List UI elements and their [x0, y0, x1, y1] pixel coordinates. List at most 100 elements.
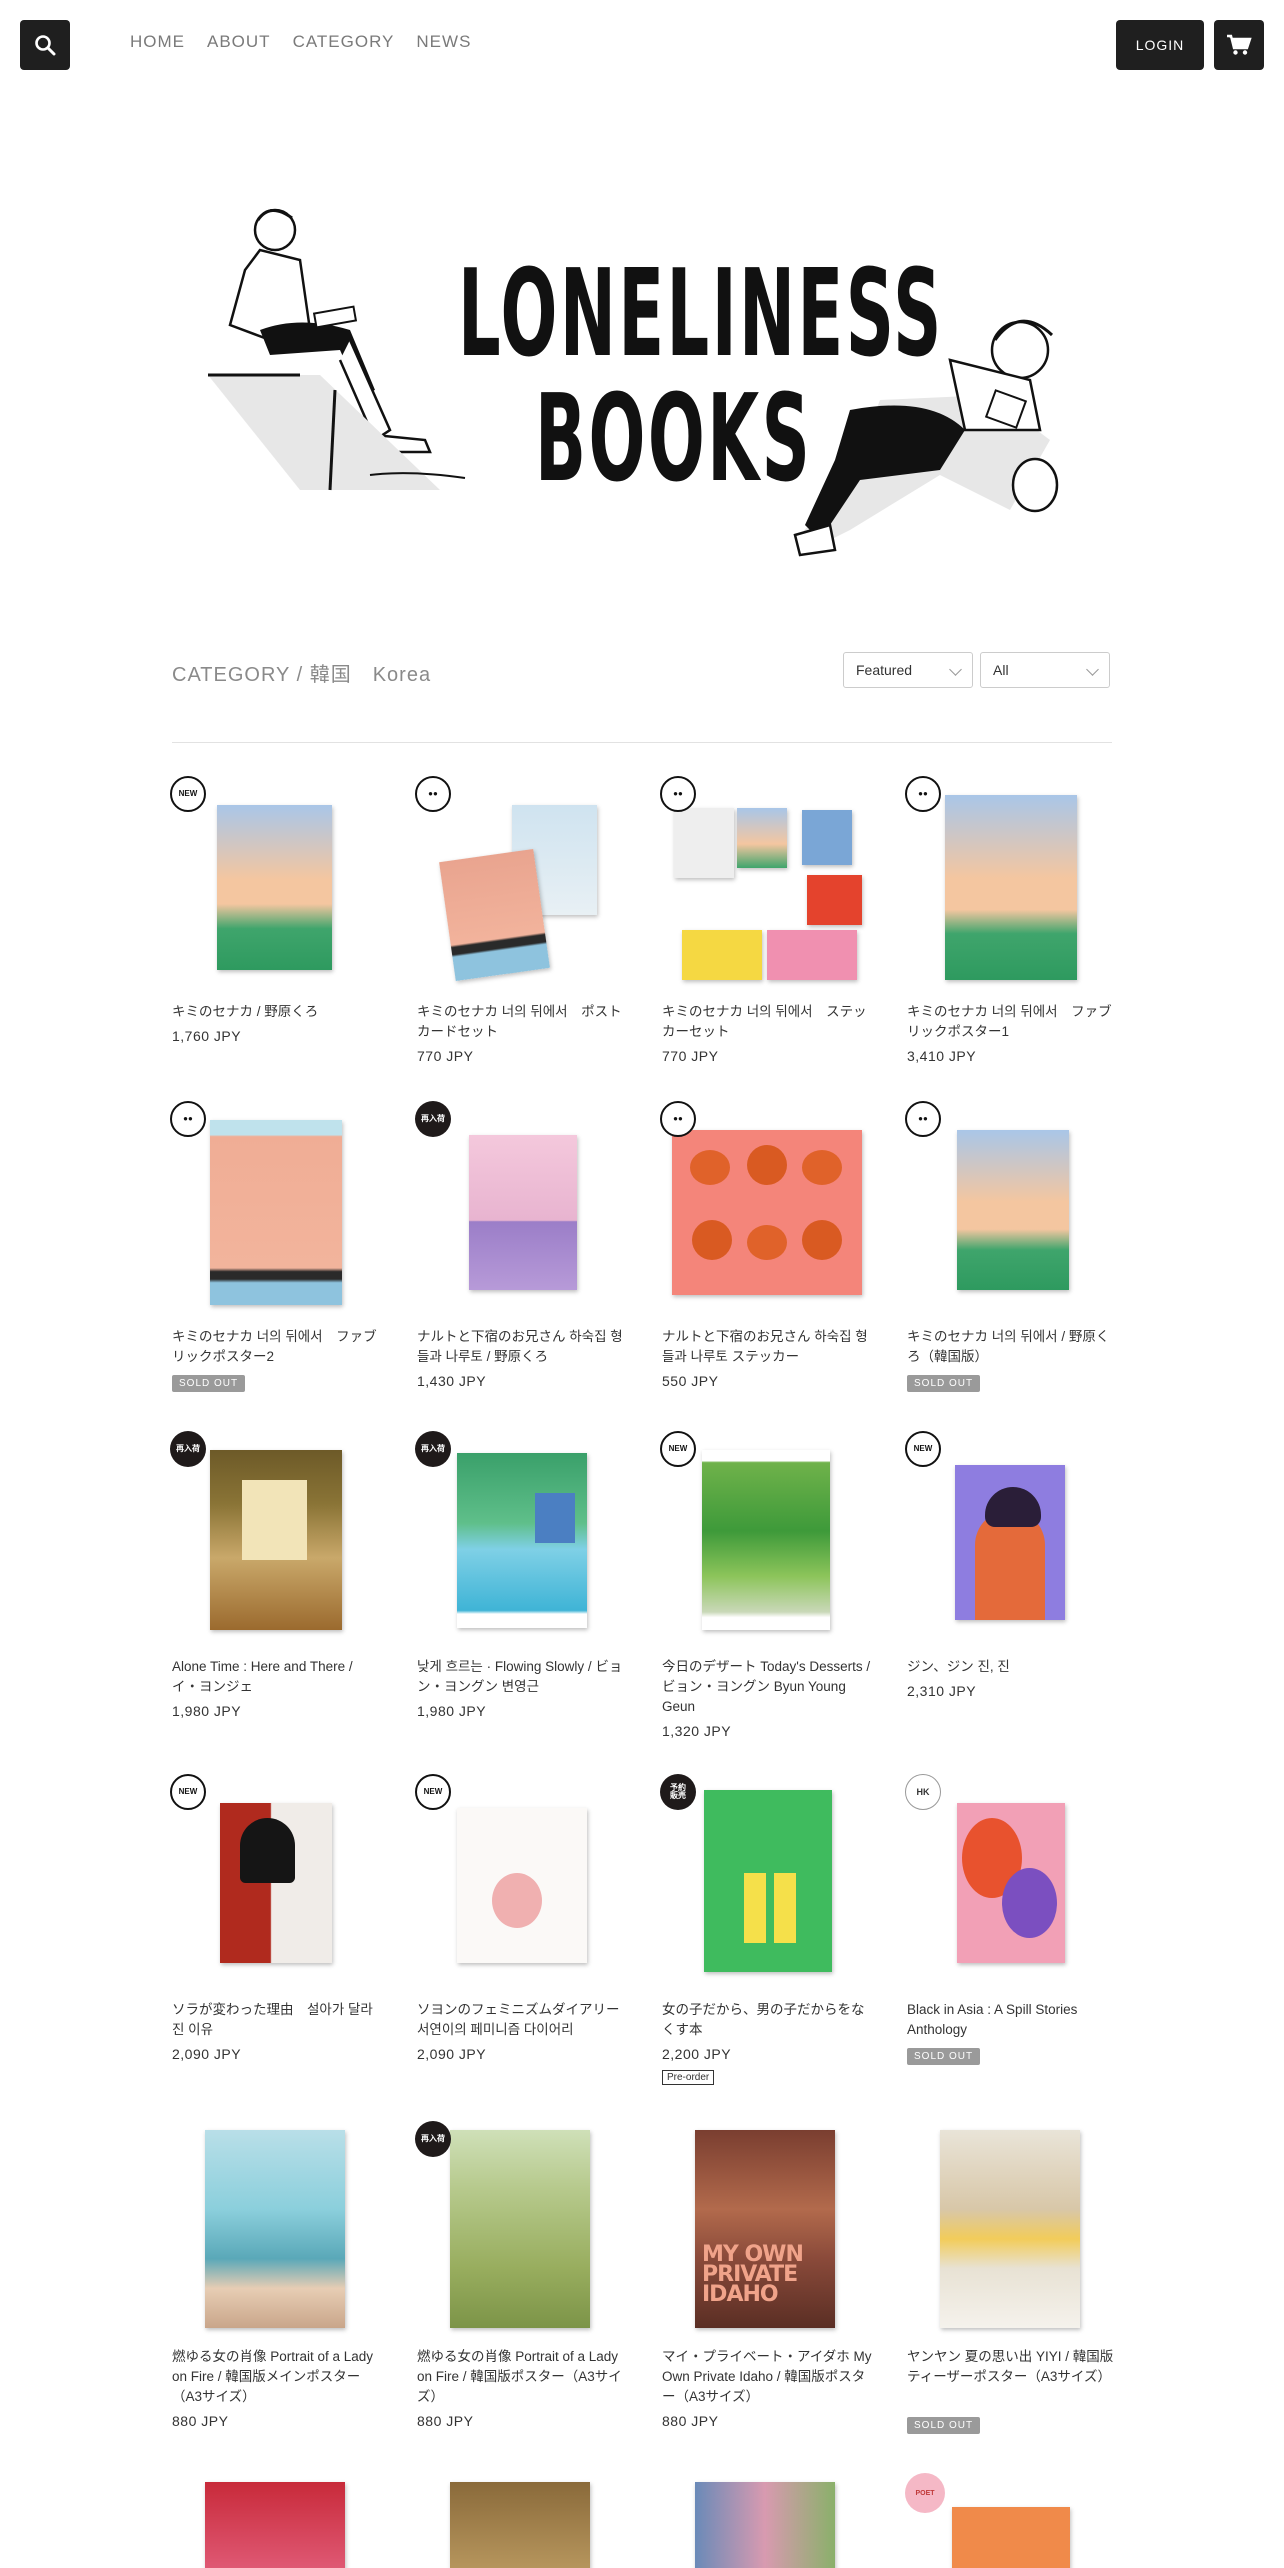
new-badge: NEW — [905, 1431, 941, 1467]
new-badge: NEW — [660, 1431, 696, 1467]
product-price: 1,320 JPY — [662, 1723, 732, 1739]
product-image[interactable]: 再入荷 — [415, 1431, 627, 1645]
poster-title-text: MY OWN PRIVATE IDAHO — [702, 2242, 804, 2307]
hero-logo[interactable]: LONELINESS BOOKS — [200, 190, 1100, 580]
nav-home[interactable]: HOME — [130, 32, 185, 52]
category-title: CATEGORY / 韓国 Korea — [172, 664, 432, 686]
product-price: 1,760 JPY — [172, 1028, 242, 1044]
product-price: 880 JPY — [417, 2413, 474, 2429]
product-price: 770 JPY — [417, 1048, 474, 1064]
filter-value: All — [993, 662, 1009, 678]
product-image[interactable]: NEW — [905, 1431, 1117, 1645]
product-title: キミのセナカ 너의 뒤에서 ステッカーセット — [662, 1004, 867, 1039]
nav-about[interactable]: ABOUT — [207, 32, 271, 52]
preorder-badge: 予約 販売 — [660, 1774, 696, 1810]
product-image[interactable]: ●● — [660, 1101, 872, 1315]
product-image[interactable]: NEW — [415, 1774, 627, 1988]
nav-category[interactable]: CATEGORY — [293, 32, 395, 52]
product-image[interactable] — [662, 2477, 872, 2568]
product-image[interactable]: POET — [905, 2473, 1117, 2568]
product-image[interactable]: 予約 販売 — [660, 1774, 872, 1988]
search-icon — [35, 35, 56, 56]
product-image[interactable] — [417, 2477, 627, 2568]
product-price: 1,430 JPY — [417, 1373, 487, 1389]
sort-select[interactable]: Featured — [843, 652, 973, 688]
product-image[interactable] — [172, 2477, 382, 2568]
product-price: 2,090 JPY — [172, 2046, 242, 2062]
product-image[interactable]: ●● — [905, 776, 1117, 990]
product-image[interactable]: ●● — [170, 1101, 382, 1315]
product-price: 1,980 JPY — [417, 1703, 487, 1719]
site-header: HOME ABOUT CATEGORY NEWS LOGIN — [0, 0, 1284, 90]
divider — [172, 742, 1112, 743]
product-title: 낮게 흐르는 · Flowing Slowly / ビョン・ヨングン 변영근 — [417, 1659, 623, 1694]
product-price: 880 JPY — [172, 2413, 229, 2429]
main-nav: HOME ABOUT CATEGORY NEWS — [130, 32, 471, 52]
new-badge: NEW — [415, 1774, 451, 1810]
new-badge: NEW — [170, 776, 206, 812]
product-title: ヤンヤン 夏の思い出 YIYI / 韓国版ティーザーポスター（A3サイズ） — [907, 2349, 1114, 2384]
product-title: 今日のデザート Today's Desserts / ビョン・ヨングン Byun… — [662, 1659, 871, 1714]
product-title: ソヨンのフェミニズムダイアリー 서연이의 페미니즘 다이어리 — [417, 2002, 633, 2037]
restock-badge: 再入荷 — [170, 1431, 206, 1467]
sold-out-badge: SOLD OUT — [172, 1375, 246, 1392]
new-badge: NEW — [170, 1774, 206, 1810]
reading-man-illustration — [208, 208, 466, 491]
product-title: キミのセナカ / 野原くろ — [172, 1004, 319, 1019]
product-price: 2,310 JPY — [907, 1683, 977, 1699]
chevron-down-icon — [1086, 663, 1099, 676]
product-image[interactable] — [907, 2125, 1117, 2335]
product-image[interactable]: NEW — [170, 776, 382, 990]
product-image[interactable]: 再入荷 — [415, 2121, 627, 2335]
bubble-badge: ●● — [905, 776, 941, 812]
product-image[interactable]: ●● — [415, 776, 627, 990]
product-title: ジン、ジン 진, 진 — [907, 1659, 1010, 1674]
nav-news[interactable]: NEWS — [416, 32, 471, 52]
lying-man-illustration — [793, 319, 1059, 557]
search-button[interactable] — [20, 20, 70, 70]
product-price: 3,410 JPY — [907, 1048, 977, 1064]
product-image[interactable]: 再入荷 — [415, 1101, 627, 1315]
bubble-badge: ●● — [660, 1101, 696, 1137]
product-image[interactable]: 再入荷 — [170, 1431, 382, 1645]
restock-badge: 再入荷 — [415, 1431, 451, 1467]
bubble-badge: ●● — [415, 776, 451, 812]
product-image[interactable]: ●● — [660, 776, 872, 990]
sold-out-badge: SOLD OUT — [907, 1375, 981, 1392]
product-title: ナルトと下宿のお兄さん 하숙집 형들과 나루토 / 野原くろ — [417, 1329, 623, 1364]
product-title: 燃ゆる女の肖像 Portrait of a Lady on Fire / 韓国版… — [172, 2349, 374, 2404]
sort-value: Featured — [856, 662, 913, 678]
product-title: キミのセナカ 너의 뒤에서 ファブリックポスター1 — [907, 1004, 1112, 1039]
cart-icon — [1227, 34, 1252, 55]
product-price: 550 JPY — [662, 1373, 719, 1389]
product-title: 燃ゆる女の肖像 Portrait of a Lady on Fire / 韓国版… — [417, 2349, 622, 2404]
logo-line-books: BOOKS — [535, 370, 813, 509]
product-image[interactable]: NEW — [170, 1774, 382, 1988]
product-image[interactable] — [172, 2125, 382, 2335]
product-price: 2,200 JPY — [662, 2046, 732, 2062]
login-button[interactable]: LOGIN — [1116, 20, 1204, 70]
sold-out-badge: SOLD OUT — [907, 2048, 981, 2065]
preorder-tag: Pre-order — [662, 2070, 715, 2085]
product-image[interactable]: MY OWN PRIVATE IDAHO — [662, 2125, 872, 2335]
product-title: Black in Asia : A Spill Stories Antholog… — [907, 2002, 1078, 2037]
chevron-down-icon — [949, 663, 962, 676]
product-price: 2,090 JPY — [417, 2046, 487, 2062]
product-price: 770 JPY — [662, 1048, 719, 1064]
bubble-badge: ●● — [905, 1101, 941, 1137]
product-image[interactable]: ●● — [905, 1101, 1117, 1315]
product-image[interactable]: HK — [905, 1774, 1117, 1988]
product-title: キミのセナカ 너의 뒤에서 / 野原くろ（韓国版） — [907, 1329, 1110, 1364]
product-title: キミのセナカ 너의 뒤에서 ポストカードセット — [417, 1004, 622, 1039]
product-title: マイ・プライベート・アイダホ My Own Private Idaho / 韓国… — [662, 2349, 872, 2404]
hong-kong-badge: HK — [905, 1774, 941, 1810]
product-image[interactable]: NEW — [660, 1431, 872, 1645]
product-title: Alone Time : Here and There / イ・ヨンジェ — [172, 1659, 353, 1694]
cart-button[interactable] — [1214, 20, 1264, 70]
filter-select[interactable]: All — [980, 652, 1110, 688]
product-title: ナルトと下宿のお兄さん 하숙집 형들과 나루토 ステッカー — [662, 1329, 868, 1364]
product-title: ソラが変わった理由 설아가 달라진 이유 — [172, 2002, 373, 2037]
product-price: 1,980 JPY — [172, 1703, 242, 1719]
bubble-badge: ●● — [660, 776, 696, 812]
bubble-badge: ●● — [170, 1101, 206, 1137]
